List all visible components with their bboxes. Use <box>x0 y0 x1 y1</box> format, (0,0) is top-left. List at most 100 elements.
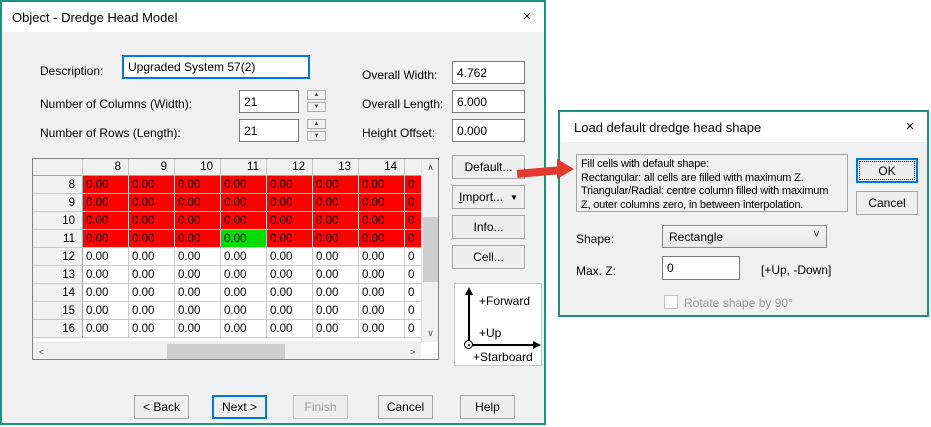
info-button[interactable]: Info... <box>452 215 525 239</box>
max-z-input[interactable]: 0 <box>662 256 740 280</box>
help-button[interactable]: Help <box>460 395 515 419</box>
row-header[interactable]: 16 <box>33 320 83 338</box>
dredge-cell-grid[interactable]: 8 9 10 11 12 13 14 8 0.00 0.00 0.00 0.00 0.00 0.00 0.… <box>32 158 439 360</box>
grid-cell[interactable]: 0.00 <box>359 248 405 266</box>
cell-button[interactable]: Cell... <box>452 245 525 269</box>
grid-cell[interactable]: 0.00 <box>175 266 221 284</box>
columns-input[interactable]: 21 <box>239 90 299 113</box>
grid-cell[interactable]: 0.00 <box>83 320 129 338</box>
grid-cell[interactable]: 0.00 <box>313 194 359 212</box>
row-header[interactable]: 13 <box>33 266 83 284</box>
grid-cell[interactable]: 0.00 <box>313 212 359 230</box>
grid-cell[interactable]: 0.00 <box>175 302 221 320</box>
grid-cell[interactable]: 0.00 <box>221 212 267 230</box>
grid-cell[interactable]: 0.00 <box>129 176 175 194</box>
grid-cell-clipped[interactable]: 0 <box>405 194 421 212</box>
grid-cell[interactable]: 0.00 <box>129 284 175 302</box>
vertical-scroll-thumb[interactable] <box>423 217 438 282</box>
grid-cell[interactable]: 0.00 <box>267 212 313 230</box>
grid-cell[interactable]: 0.00 <box>129 194 175 212</box>
grid-cell[interactable]: 0.00 <box>129 230 175 248</box>
grid-cell[interactable]: 0.00 <box>175 230 221 248</box>
grid-cell[interactable]: 0.00 <box>267 194 313 212</box>
grid-cell[interactable]: 0.00 <box>359 302 405 320</box>
grid-cell[interactable]: 0.00 <box>129 266 175 284</box>
grid-cell[interactable]: 0.00 <box>221 194 267 212</box>
grid-cell-clipped[interactable]: 0 <box>405 248 421 266</box>
grid-cell[interactable]: 0.00 <box>359 176 405 194</box>
grid-cell[interactable]: 0.00 <box>83 176 129 194</box>
column-header[interactable]: 8 <box>83 159 129 176</box>
grid-cell[interactable]: 0.00 <box>83 230 129 248</box>
grid-cell-clipped[interactable]: 0 <box>405 320 421 338</box>
grid-cell[interactable]: 0.00 <box>175 320 221 338</box>
ok-button[interactable]: OK <box>856 158 918 183</box>
grid-cell[interactable]: 0.00 <box>313 248 359 266</box>
grid-cell[interactable]: 0.00 <box>221 320 267 338</box>
spin-down-button[interactable]: ▼ <box>307 102 326 112</box>
close-button[interactable]: × <box>510 2 544 31</box>
grid-cell-clipped[interactable]: 0 <box>405 266 421 284</box>
grid-cell[interactable]: 0.00 <box>83 248 129 266</box>
grid-cell[interactable]: 0.00 <box>267 320 313 338</box>
grid-cell[interactable]: 0.00 <box>221 266 267 284</box>
row-header[interactable]: 15 <box>33 302 83 320</box>
column-header[interactable]: 13 <box>313 159 359 176</box>
grid-cell[interactable]: 0.00 <box>175 194 221 212</box>
grid-cell[interactable]: 0.00 <box>267 266 313 284</box>
row-header[interactable]: 8 <box>33 176 83 194</box>
overall-width-input[interactable]: 4.762 <box>452 61 525 84</box>
grid-cell[interactable]: 0.00 <box>267 284 313 302</box>
scroll-right-button[interactable]: > <box>404 343 421 359</box>
grid-cell[interactable]: 0.00 <box>129 248 175 266</box>
grid-cell[interactable]: 0.00 <box>313 230 359 248</box>
overall-length-input[interactable]: 6.000 <box>452 90 525 113</box>
back-button[interactable]: < Back <box>134 395 189 419</box>
grid-cell[interactable]: 0.00 <box>359 266 405 284</box>
spin-up-button[interactable]: ▲ <box>307 90 326 100</box>
grid-cell[interactable]: 0.00 <box>83 302 129 320</box>
scroll-left-button[interactable]: < <box>33 343 50 359</box>
rows-input[interactable]: 21 <box>239 119 299 142</box>
grid-cell[interactable]: 0.00 <box>83 266 129 284</box>
column-header[interactable]: 14 <box>359 159 405 176</box>
cancel-button[interactable]: Cancel <box>378 395 433 419</box>
next-button[interactable]: Next > <box>212 395 267 419</box>
grid-cell[interactable]: 0.00 <box>129 320 175 338</box>
grid-cell-clipped[interactable]: 0 <box>405 212 421 230</box>
vertical-scrollbar[interactable]: ∧ ∨ <box>421 159 438 342</box>
horizontal-scroll-thumb[interactable] <box>167 344 285 359</box>
column-header[interactable]: 11 <box>221 159 267 176</box>
grid-cell[interactable]: 0.00 <box>129 212 175 230</box>
grid-cell[interactable]: 0.00 <box>221 248 267 266</box>
grid-cell[interactable]: 0.00 <box>83 284 129 302</box>
row-header[interactable]: 10 <box>33 212 83 230</box>
grid-cell[interactable]: 0.00 <box>83 194 129 212</box>
close-button[interactable]: × <box>893 112 927 141</box>
description-input[interactable]: Upgraded System 57(2) <box>122 55 310 79</box>
row-header[interactable]: 12 <box>33 248 83 266</box>
grid-cell[interactable]: 0.00 <box>313 302 359 320</box>
grid-cell-clipped[interactable]: 0 <box>405 230 421 248</box>
grid-cell[interactable]: 0.00 <box>83 212 129 230</box>
grid-cell[interactable]: 0.00 <box>359 212 405 230</box>
grid-cell[interactable]: 0.00 <box>221 176 267 194</box>
grid-cell[interactable]: 0.00 <box>175 176 221 194</box>
column-header[interactable]: 10 <box>175 159 221 176</box>
grid-cell[interactable]: 0.00 <box>175 284 221 302</box>
grid-cell[interactable]: 0.00 <box>221 302 267 320</box>
shape-select[interactable]: Rectangle ˅ <box>662 225 827 248</box>
scroll-down-button[interactable]: ∨ <box>422 325 438 342</box>
grid-cell[interactable]: 0.00 <box>129 302 175 320</box>
grid-cell[interactable]: 0.00 <box>313 320 359 338</box>
grid-cell[interactable]: 0.00 <box>313 176 359 194</box>
grid-cell[interactable]: 0.00 <box>313 284 359 302</box>
grid-cell[interactable]: 0.00 <box>267 302 313 320</box>
grid-cell[interactable]: 0.00 <box>175 212 221 230</box>
grid-cell[interactable]: 0.00 <box>267 248 313 266</box>
scroll-up-button[interactable]: ∧ <box>422 159 438 176</box>
grid-cell[interactable]: 0.00 <box>313 266 359 284</box>
height-offset-input[interactable]: 0.000 <box>452 119 525 142</box>
horizontal-scrollbar[interactable]: < > <box>33 342 421 359</box>
column-header[interactable]: 9 <box>129 159 175 176</box>
